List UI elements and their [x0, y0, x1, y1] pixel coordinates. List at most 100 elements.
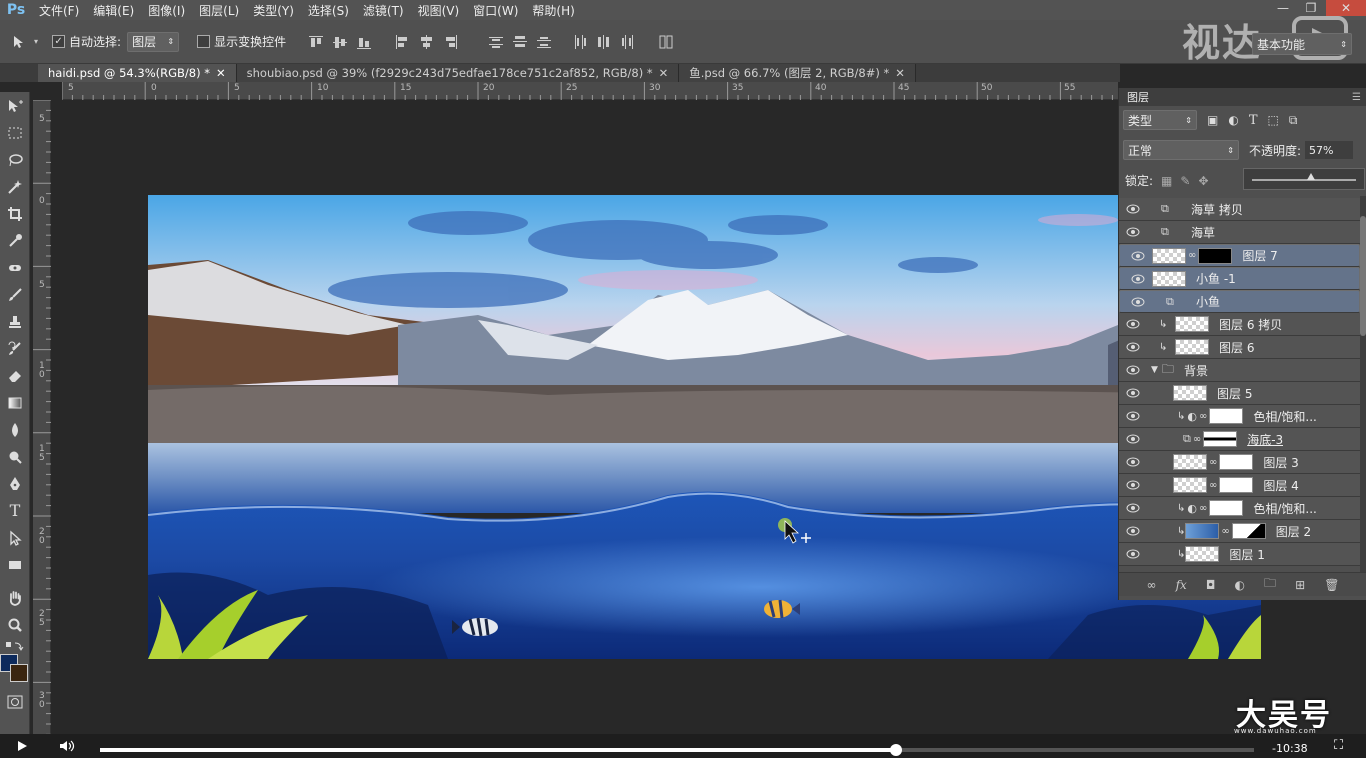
menu-image[interactable]: 图像(I): [141, 2, 192, 19]
visibility-eye-icon[interactable]: [1119, 204, 1147, 214]
layer-row[interactable]: ⧉ 小鱼: [1119, 290, 1360, 313]
align-top-icon[interactable]: [307, 33, 325, 51]
visibility-eye-icon[interactable]: [1119, 457, 1147, 467]
tab-yu[interactable]: 鱼.psd @ 66.7% (图层 2, RGB/8#) * ✕: [679, 64, 916, 82]
layer-row[interactable]: 图层 5: [1119, 382, 1360, 405]
layer-row[interactable]: ↳ 图层 6 拷贝: [1119, 313, 1360, 336]
distribute-vcenter-icon[interactable]: [511, 33, 529, 51]
quick-mask-icon[interactable]: [0, 688, 30, 715]
layer-row[interactable]: ⧉ ∞ 海底-3: [1119, 428, 1360, 451]
link-icon[interactable]: ∞: [1199, 411, 1207, 422]
layer-row[interactable]: ⧉ 海草: [1119, 221, 1360, 244]
layer-filter-dropdown[interactable]: 类型 ⇕: [1123, 110, 1197, 130]
move-tool-icon[interactable]: [0, 92, 30, 119]
layer-row[interactable]: ↳ 图层 6: [1119, 336, 1360, 359]
link-icon[interactable]: ∞: [1193, 434, 1201, 445]
align-right-icon[interactable]: [441, 33, 459, 51]
visibility-eye-icon[interactable]: [1119, 365, 1147, 375]
layer-row[interactable]: ↳ ◐ ∞ 色相/饱和...: [1119, 497, 1360, 520]
filter-smart-object-icon[interactable]: ⧉: [1289, 113, 1298, 128]
distribute-left-icon[interactable]: [571, 33, 589, 51]
move-tool-preset[interactable]: [12, 35, 34, 49]
visibility-eye-icon[interactable]: [1119, 480, 1147, 490]
opacity-input[interactable]: 57%: [1305, 141, 1354, 159]
menu-edit[interactable]: 编辑(E): [86, 2, 141, 19]
menu-help[interactable]: 帮助(H): [525, 2, 581, 19]
layer-row[interactable]: ↳ ◐ ∞ 色相/饱和...: [1119, 405, 1360, 428]
visibility-eye-icon[interactable]: [1119, 319, 1147, 329]
restore-icon[interactable]: ❐: [1298, 0, 1324, 16]
lock-position-icon[interactable]: ✥: [1198, 174, 1208, 188]
path-selection-icon[interactable]: [0, 524, 30, 551]
expand-arrow-icon[interactable]: ▼: [1151, 365, 1158, 375]
menu-filter[interactable]: 滤镜(T): [356, 2, 411, 19]
delete-layer-icon[interactable]: 🗑: [1324, 578, 1339, 592]
auto-select-checkbox[interactable]: ✓: [52, 35, 66, 48]
link-icon[interactable]: ∞: [1221, 526, 1229, 537]
link-layers-icon[interactable]: ∞: [1147, 578, 1157, 592]
play-icon[interactable]: [16, 740, 28, 752]
marquee-tool-icon[interactable]: [0, 119, 30, 146]
opacity-slider-thumb[interactable]: [1307, 173, 1316, 180]
layers-scrollbar[interactable]: [1360, 196, 1366, 572]
link-icon[interactable]: ∞: [1199, 503, 1207, 514]
visibility-eye-icon[interactable]: [1124, 274, 1152, 284]
panel-menu-icon[interactable]: ☰: [1352, 92, 1361, 103]
visibility-eye-icon[interactable]: [1119, 342, 1147, 352]
swap-colors-icon[interactable]: [0, 638, 30, 654]
show-transform-checkbox[interactable]: [197, 35, 211, 48]
background-color-swatch[interactable]: [10, 664, 28, 682]
filter-adjustment-icon[interactable]: ◐: [1228, 113, 1238, 127]
video-progress-knob[interactable]: [890, 744, 903, 756]
visibility-eye-icon[interactable]: [1119, 388, 1147, 398]
clone-stamp-icon[interactable]: [0, 308, 30, 335]
visibility-eye-icon[interactable]: [1124, 251, 1152, 261]
eraser-icon[interactable]: [0, 362, 30, 389]
visibility-eye-icon[interactable]: [1119, 227, 1147, 237]
crop-tool-icon[interactable]: [0, 200, 30, 227]
visibility-eye-icon[interactable]: [1124, 297, 1152, 307]
volume-icon[interactable]: [58, 739, 76, 753]
tab-shoubiao[interactable]: shoubiao.psd @ 39% (f2929c243d75edfae178…: [236, 64, 680, 82]
distribute-hcenter-icon[interactable]: [595, 33, 613, 51]
filter-shape-icon[interactable]: ⬚: [1268, 113, 1279, 127]
dodge-tool-icon[interactable]: [0, 443, 30, 470]
rectangle-tool-icon[interactable]: [0, 551, 30, 578]
close-tab-icon[interactable]: ✕: [895, 66, 905, 80]
visibility-eye-icon[interactable]: [1119, 434, 1147, 444]
menu-window[interactable]: 窗口(W): [466, 2, 525, 19]
link-icon[interactable]: ∞: [1209, 480, 1217, 491]
magic-wand-icon[interactable]: [0, 173, 30, 200]
layer-row[interactable]: ⧉ 海草 拷贝: [1119, 198, 1360, 221]
close-tab-icon[interactable]: ✕: [659, 66, 669, 80]
healing-brush-icon[interactable]: [0, 254, 30, 281]
layer-row[interactable]: 小鱼 -1: [1119, 267, 1360, 290]
filter-type-icon[interactable]: T: [1249, 113, 1258, 128]
new-layer-icon[interactable]: ⊞: [1295, 578, 1305, 592]
document-canvas[interactable]: [148, 195, 1261, 659]
distribute-bottom-icon[interactable]: [535, 33, 553, 51]
blend-mode-dropdown[interactable]: 正常 ⇕: [1123, 140, 1239, 160]
opacity-slider-popup[interactable]: [1243, 168, 1365, 190]
distribute-right-icon[interactable]: [619, 33, 637, 51]
link-icon[interactable]: ∞: [1188, 250, 1196, 261]
menu-select[interactable]: 选择(S): [301, 2, 356, 19]
pen-tool-icon[interactable]: [0, 470, 30, 497]
gradient-tool-icon[interactable]: [0, 389, 30, 416]
new-group-icon[interactable]: 🗀: [1264, 574, 1276, 595]
tab-haidi[interactable]: haidi.psd @ 54.3%(RGB/8) * ✕: [38, 64, 237, 82]
layer-row[interactable]: ∞ 图层 3: [1119, 451, 1360, 474]
menu-type[interactable]: 类型(Y): [246, 2, 301, 19]
video-progress-track[interactable]: [100, 744, 1254, 756]
visibility-eye-icon[interactable]: [1119, 503, 1147, 513]
layers-scrollbar-thumb[interactable]: [1360, 216, 1366, 336]
workspace-dropdown[interactable]: 基本功能 ⇕: [1252, 33, 1352, 55]
layer-row[interactable]: ∞ 图层 4: [1119, 474, 1360, 497]
visibility-eye-icon[interactable]: [1119, 526, 1147, 536]
fullscreen-icon[interactable]: ⛶: [1334, 738, 1343, 753]
distribute-top-icon[interactable]: [487, 33, 505, 51]
menu-view[interactable]: 视图(V): [411, 2, 467, 19]
history-brush-icon[interactable]: [0, 335, 30, 362]
type-tool-icon[interactable]: T: [0, 497, 30, 524]
align-bottom-icon[interactable]: [355, 33, 373, 51]
